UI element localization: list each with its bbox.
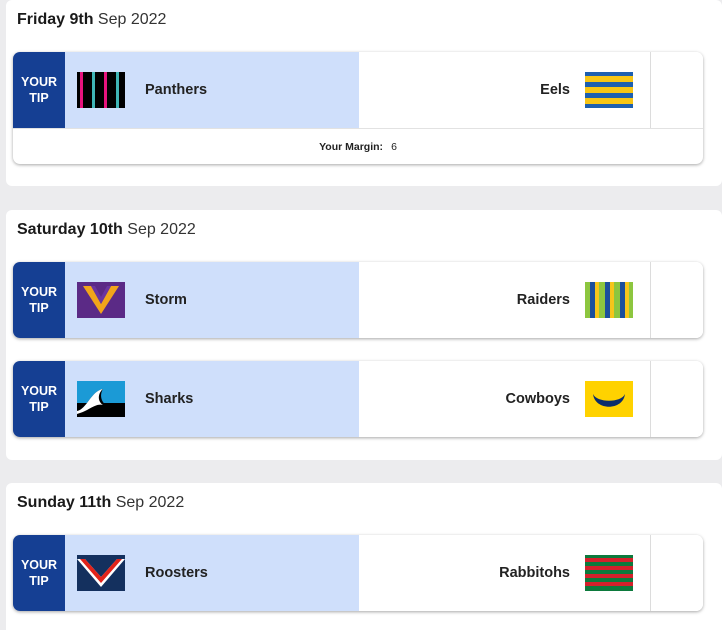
cowboys-logo-icon (585, 381, 633, 417)
day-name: Saturday 10th (17, 221, 123, 238)
match-row: YOUR TIP Roosters Rabbitohs (13, 535, 703, 611)
day-card-sunday: Sunday 11th Sep 2022 YOUR TIP Roosters Ra… (6, 483, 722, 630)
raiders-logo-icon (585, 282, 633, 318)
your-tip-badge[interactable]: YOUR TIP (13, 361, 65, 437)
tip-label-line1: YOUR (20, 285, 58, 299)
away-team-name: Cowboys (505, 391, 570, 407)
tip-label-line2: TIP (29, 574, 49, 588)
match-row: YOUR TIP Sharks Cowboys (13, 361, 703, 437)
tip-label-line1: YOUR (20, 558, 58, 572)
day-name: Friday 9th (17, 11, 94, 28)
match-extra-cell (651, 262, 703, 338)
day-date: Sep 2022 (97, 11, 167, 28)
away-team-eels[interactable]: Eels (359, 52, 651, 128)
match-row: YOUR TIP Panthers Eels (13, 52, 703, 128)
away-team-raiders[interactable]: Raiders (359, 262, 651, 338)
your-tip-badge[interactable]: YOUR TIP (13, 535, 65, 611)
home-team-roosters[interactable]: Roosters (65, 535, 359, 611)
match-row: YOUR TIP Storm Raiders (13, 262, 703, 338)
margin-label: Your Margin: (319, 140, 384, 153)
home-team-name: Storm (145, 292, 187, 308)
tip-label-line2: TIP (29, 91, 49, 105)
home-team-panthers[interactable]: Panthers (65, 52, 359, 128)
match-extra-cell (651, 535, 703, 611)
storm-logo-icon (77, 282, 125, 318)
your-tip-badge[interactable]: YOUR TIP (13, 262, 65, 338)
panthers-logo-icon (77, 72, 125, 108)
margin-row[interactable]: Your Margin: 6 (13, 128, 703, 164)
away-team-name: Raiders (516, 292, 570, 308)
day-date: Sep 2022 (115, 494, 185, 511)
match-card: YOUR TIP Sharks Cowboys (13, 361, 703, 437)
day-card-friday: Friday 9th Sep 2022 YOUR TIP Panthers Eel… (6, 0, 722, 186)
away-team-rabbitohs[interactable]: Rabbitohs (359, 535, 651, 611)
tip-label-line2: TIP (29, 400, 49, 414)
day-date: Sep 2022 (127, 221, 196, 238)
margin-value: 6 (391, 140, 397, 153)
tip-label-line1: YOUR (20, 384, 58, 398)
home-team-name: Roosters (145, 565, 208, 581)
home-team-sharks[interactable]: Sharks (65, 361, 359, 437)
roosters-logo-icon (77, 555, 125, 591)
tip-label-line2: TIP (29, 301, 49, 315)
home-team-storm[interactable]: Storm (65, 262, 359, 338)
home-team-name: Panthers (145, 82, 208, 98)
match-card: YOUR TIP Panthers Eels Your Margin: 6 (13, 52, 703, 164)
match-extra-cell (651, 52, 703, 128)
sharks-logo-icon (77, 381, 125, 417)
away-team-name: Rabbitohs (499, 565, 570, 581)
tip-label-line1: YOUR (20, 75, 58, 89)
away-team-cowboys[interactable]: Cowboys (359, 361, 651, 437)
home-team-name: Sharks (145, 391, 194, 407)
rabbitohs-logo-icon (585, 555, 633, 591)
your-tip-badge[interactable]: YOUR TIP (13, 52, 65, 128)
match-card: YOUR TIP Roosters Rabbitohs (13, 535, 703, 611)
day-name: Sunday 11th (17, 494, 112, 511)
day-heading: Saturday 10th Sep 2022 (17, 210, 196, 250)
away-team-name: Eels (540, 82, 570, 98)
eels-logo-icon (585, 72, 633, 108)
day-card-saturday: Saturday 10th Sep 2022 YOUR TIP Storm Rai… (6, 210, 722, 460)
match-card: YOUR TIP Storm Raiders (13, 262, 703, 338)
day-heading: Sunday 11th Sep 2022 (17, 483, 184, 523)
match-extra-cell (651, 361, 703, 437)
day-heading: Friday 9th Sep 2022 (17, 0, 166, 40)
